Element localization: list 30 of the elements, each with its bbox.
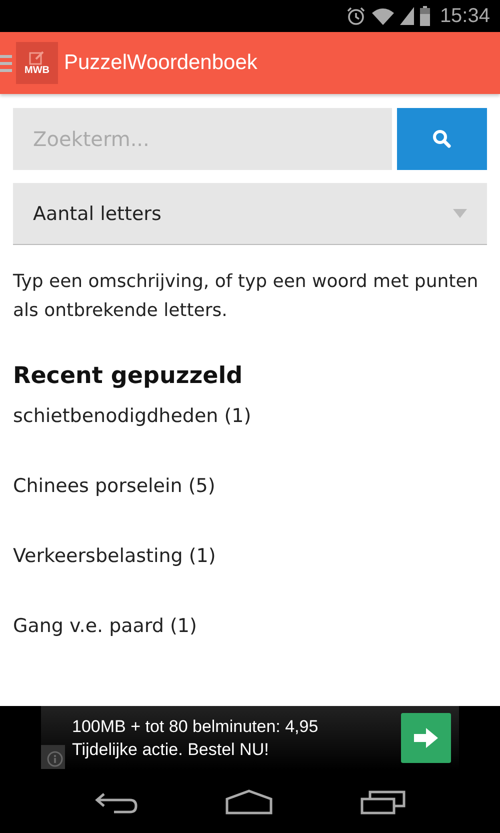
search-button[interactable] [397,108,487,170]
edit-icon [29,50,45,64]
recent-apps-icon[interactable] [360,788,406,814]
ad-go-button[interactable] [401,712,451,762]
ad-text: 100MB + tot 80 belminuten: 4,95 [72,716,320,738]
recent-item[interactable]: Verkeersbelasting (1) [13,545,487,615]
dropdown-label: Aantal letters [33,202,162,224]
menu-icon[interactable] [0,52,12,74]
recent-item[interactable]: Gang v.e. paard (1) [13,615,487,685]
battery-icon [420,6,430,26]
home-icon[interactable] [224,788,273,814]
search-field[interactable]: Zoekterm... [13,108,392,170]
signal-icon [400,7,414,25]
wifi-icon [372,7,394,25]
alarm-icon [346,6,366,26]
ad-text: Tijdelijke actie. Bestel NU! [72,738,270,760]
app-logo[interactable]: MWB [16,42,58,84]
recent-item[interactable]: Chinees porselein (5) [13,475,487,545]
hint-text: Typ een omschrijving, of typ een woord met punten als ontbrekende letters. [13,270,480,323]
ad-banner[interactable]: 100MB + tot 80 belminuten: 4,95 Tijdelijke actie. Bestel NU! [41,706,459,769]
recent-heading: Recent gepuzzeld [13,363,244,389]
arrow-right-icon [414,728,438,748]
info-icon[interactable] [41,745,65,769]
logo-text: MWB [24,64,50,76]
letters-dropdown[interactable]: Aantal letters [13,183,487,245]
dropdown-arrow-icon [453,209,467,218]
status-time: 15:34 [440,4,490,28]
recent-item[interactable]: schietbenodigdheden (1) [13,405,487,475]
search-icon [432,129,452,149]
app-title: PuzzelWoordenboek [64,51,258,75]
